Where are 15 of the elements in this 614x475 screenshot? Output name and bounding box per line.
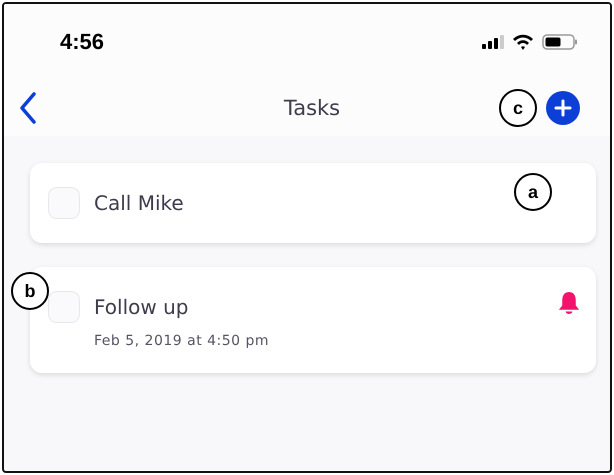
battery-icon <box>542 34 578 50</box>
callout-label: b <box>11 272 49 310</box>
plus-icon <box>554 99 572 117</box>
task-checkbox[interactable] <box>48 187 80 219</box>
add-button[interactable] <box>546 91 580 125</box>
task-checkbox[interactable] <box>48 291 80 323</box>
task-title: Call Mike <box>94 190 184 217</box>
task-title: Follow up <box>94 294 188 321</box>
task-due-date: Feb 5, 2019 at 4:50 pm <box>94 333 270 349</box>
signal-icon <box>482 35 504 49</box>
page-title: Tasks <box>284 96 340 120</box>
status-time: 4:56 <box>60 29 104 55</box>
callout-label: c <box>498 89 537 127</box>
wifi-icon <box>512 34 534 50</box>
bell-icon <box>558 291 580 315</box>
